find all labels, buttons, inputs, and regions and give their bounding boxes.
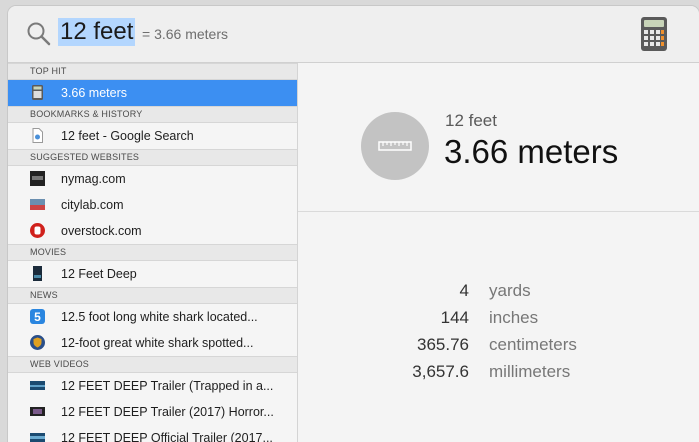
calculator-icon	[641, 17, 667, 51]
result-bookmark[interactable]: 12 feet - Google Search	[8, 123, 297, 149]
conversion-unit: centimeters	[489, 335, 577, 354]
result-video[interactable]: 12 FEET DEEP Trailer (2017) Horror...	[8, 399, 297, 425]
section-top-hit: TOP HIT	[8, 63, 297, 80]
detail-result[interactable]: 3.66 meters	[444, 133, 618, 171]
result-label: 12.5 foot long white shark located...	[61, 310, 258, 324]
result-movie[interactable]: 12 Feet Deep	[8, 261, 297, 287]
result-video[interactable]: 12 FEET DEEP Trailer (Trapped in a...	[8, 373, 297, 399]
inline-result: = 3.66 meters	[142, 26, 228, 42]
news-shield-icon	[30, 335, 45, 350]
conversion-value: 4	[459, 281, 469, 300]
preview-pane: 12 feet 3.66 meters 4 yards 144 inches 3…	[298, 63, 699, 442]
result-site-citylab[interactable]: citylab.com	[8, 192, 297, 218]
result-label: 12 FEET DEEP Trailer (Trapped in a...	[61, 379, 274, 393]
search-icon	[27, 22, 51, 46]
conversion-row[interactable]: 4 yards	[298, 278, 699, 304]
conversion-value: 144	[440, 308, 469, 327]
conversion-value: 365.76	[417, 335, 469, 354]
result-label: 3.66 meters	[61, 86, 128, 100]
divider	[298, 211, 699, 212]
conversion-unit: yards	[489, 281, 531, 300]
ruler-icon	[361, 112, 429, 180]
detail-query: 12 feet	[445, 111, 497, 130]
results-list: TOP HIT 3.66 meters BOOKMARKS & HISTORY …	[8, 63, 298, 442]
result-label: 12 FEET DEEP Official Trailer (2017...	[61, 431, 273, 442]
conversion-unit: millimeters	[489, 362, 571, 381]
video-thumbnail-icon	[30, 381, 45, 390]
result-label: nymag.com	[61, 172, 126, 186]
result-label: 12 feet - Google Search	[61, 129, 194, 143]
result-label: 12-foot great white shark spotted...	[61, 336, 254, 350]
result-site-nymag[interactable]: nymag.com	[8, 166, 297, 192]
overstock-icon	[30, 223, 45, 238]
video-thumbnail-icon	[30, 407, 45, 416]
search-bar[interactable]: 12 feet = 3.66 meters	[8, 6, 699, 63]
section-web-videos: WEB VIDEOS	[8, 356, 297, 373]
svg-text:5: 5	[34, 310, 41, 324]
result-news[interactable]: 12-foot great white shark spotted...	[8, 330, 297, 356]
search-input[interactable]: 12 feet	[58, 18, 136, 46]
conversion-row[interactable]: 365.76 centimeters	[298, 332, 699, 358]
result-news[interactable]: 5 12.5 foot long white shark located...	[8, 304, 297, 330]
document-icon	[32, 128, 43, 143]
result-top-hit[interactable]: 3.66 meters	[8, 80, 297, 106]
conversion-row[interactable]: 144 inches	[298, 305, 699, 331]
video-thumbnail-icon	[30, 433, 45, 442]
movie-poster-icon	[33, 266, 42, 281]
result-site-overstock[interactable]: overstock.com	[8, 218, 297, 244]
result-video[interactable]: 12 FEET DEEP Official Trailer (2017...	[8, 425, 297, 442]
calculator-icon	[32, 85, 43, 100]
result-label: 12 FEET DEEP Trailer (2017) Horror...	[61, 405, 274, 419]
citylab-icon	[30, 199, 45, 210]
result-label: citylab.com	[61, 198, 124, 212]
section-movies: MOVIES	[8, 244, 297, 261]
section-websites: SUGGESTED WEBSITES	[8, 149, 297, 166]
nymag-icon	[30, 171, 45, 186]
section-bookmarks: BOOKMARKS & HISTORY	[8, 106, 297, 123]
conversion-unit: inches	[489, 308, 539, 327]
news-5-icon: 5	[30, 309, 45, 324]
section-news: NEWS	[8, 287, 297, 304]
conversion-value: 3,657.6	[412, 362, 469, 381]
result-label: overstock.com	[61, 224, 142, 238]
conversion-row[interactable]: 3,657.6 millimeters	[298, 359, 699, 385]
spotlight-window: 12 feet = 3.66 meters TOP HIT 3.66 meter…	[8, 6, 699, 442]
result-label: 12 Feet Deep	[61, 267, 137, 281]
